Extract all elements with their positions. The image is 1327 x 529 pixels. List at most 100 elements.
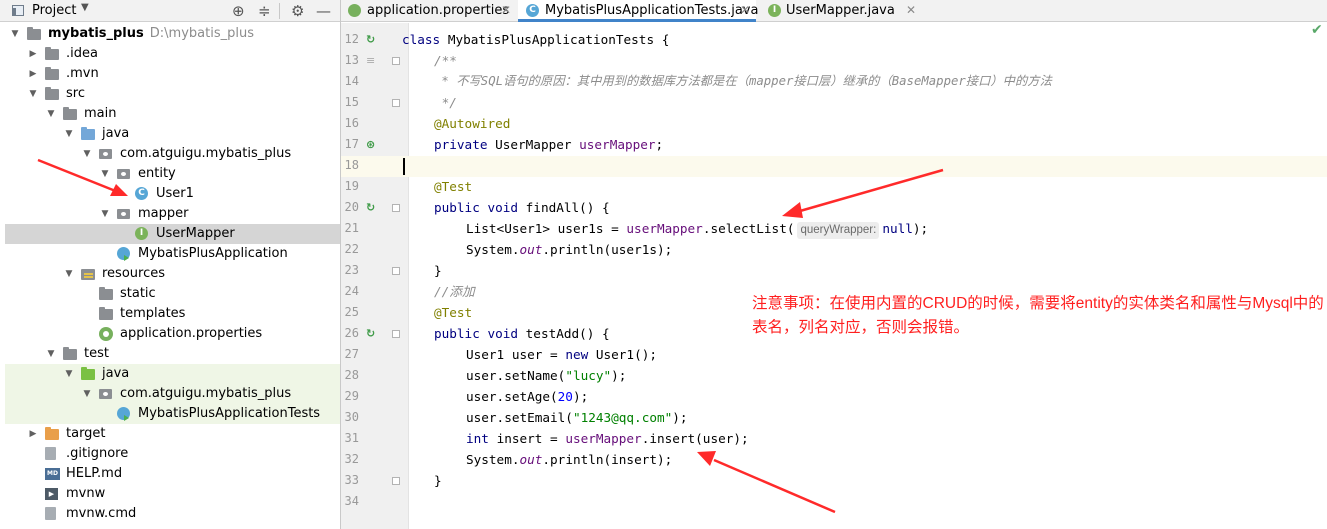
code-line-23[interactable]: }	[434, 260, 442, 281]
chevron-right-icon[interactable]: ▶	[27, 64, 39, 84]
code-line-21[interactable]: List<User1> user1s = userMapper.selectLi…	[466, 218, 928, 239]
run-test-icon[interactable]: ↻	[366, 197, 375, 218]
tree-item-test[interactable]: ▼ test	[5, 344, 340, 364]
code-line-17[interactable]: private UserMapper userMapper;	[434, 134, 663, 155]
tree-item-user1[interactable]: C User1	[5, 184, 340, 204]
tree-item-src[interactable]: ▼ src	[5, 84, 340, 104]
code-line-28[interactable]: user.setName("lucy");	[466, 365, 626, 386]
line-number[interactable]: 21	[341, 218, 359, 239]
chevron-down-icon[interactable]: ▼	[9, 24, 21, 44]
tree-item-application-properties[interactable]: application.properties	[5, 324, 340, 344]
tree-item-entity[interactable]: ▼ entity	[5, 164, 340, 184]
line-number[interactable]: 12	[341, 29, 359, 50]
tree-item-com-atguigu-mybatis-plus[interactable]: ▼ com.atguigu.mybatis_plus	[5, 384, 340, 404]
tree-item-static[interactable]: static	[5, 284, 340, 304]
line-number[interactable]: 14	[341, 71, 359, 92]
chevron-down-icon[interactable]: ▼	[99, 164, 111, 184]
tree-item-mybatis-plus[interactable]: ▼ mybatis_plus D:\mybatis_plus	[5, 24, 340, 44]
tree-item-resources[interactable]: ▼ resources	[5, 264, 340, 284]
code-line-24[interactable]: //添加	[434, 281, 475, 302]
tree-item-mybatisplusapplicationtests[interactable]: MybatisPlusApplicationTests	[5, 404, 340, 424]
hide-panel-icon[interactable]: —	[316, 1, 331, 21]
code-line-20[interactable]: public void findAll() {	[434, 197, 610, 218]
code-line-19[interactable]: @Test	[434, 176, 472, 197]
tree-item-mybatisplusapplication[interactable]: MybatisPlusApplication	[5, 244, 340, 264]
code-line-30[interactable]: user.setEmail("1243@qq.com");	[466, 407, 688, 428]
chevron-down-icon[interactable]: ▼	[45, 344, 57, 364]
line-number[interactable]: 34	[341, 491, 359, 512]
tree-item-com-atguigu-mybatis-plus[interactable]: ▼ com.atguigu.mybatis_plus	[5, 144, 340, 164]
fold-marker-icon[interactable]	[392, 330, 400, 338]
line-number[interactable]: 15	[341, 92, 359, 113]
fold-marker-icon[interactable]	[392, 267, 400, 275]
code-line-12[interactable]: class MybatisPlusApplicationTests {	[402, 29, 669, 50]
tab-mybatisplusapplicationtests[interactable]: C MybatisPlusApplicationTests.java ✕	[518, 0, 758, 22]
collapse-all-icon[interactable]: ≑	[258, 1, 271, 21]
chevron-down-icon[interactable]: ▼	[81, 144, 93, 164]
bean-navigation-icon[interactable]: ⊛	[366, 134, 375, 155]
line-number[interactable]: 26	[341, 323, 359, 344]
gear-icon[interactable]: ⚙	[291, 1, 304, 21]
close-icon[interactable]: ✕	[906, 0, 916, 21]
line-number[interactable]: 22	[341, 239, 359, 260]
line-number[interactable]: 23	[341, 260, 359, 281]
tree-item-mapper[interactable]: ▼ mapper	[5, 204, 340, 224]
close-icon[interactable]: ✕	[740, 0, 750, 21]
tree-item-target[interactable]: ▶ target	[5, 424, 340, 444]
tree-item-mvnw[interactable]: ▶ mvnw	[5, 484, 340, 504]
tree-item-help-md[interactable]: MD HELP.md	[5, 464, 340, 484]
chevron-down-icon[interactable]: ▼	[81, 2, 89, 13]
tree-item-java[interactable]: ▼ java	[5, 124, 340, 144]
fold-marker-icon[interactable]	[392, 477, 400, 485]
documentation-icon[interactable]: ≡	[366, 50, 375, 71]
line-number[interactable]: 18	[341, 155, 359, 176]
code-line-29[interactable]: user.setAge(20);	[466, 386, 588, 407]
run-test-icon[interactable]: ↻	[366, 323, 375, 344]
code-line-15[interactable]: */	[434, 92, 457, 113]
chevron-right-icon[interactable]: ▶	[27, 424, 39, 444]
chevron-down-icon[interactable]: ▼	[63, 364, 75, 384]
tree-item-gitignore[interactable]: .gitignore	[5, 444, 340, 464]
chevron-down-icon[interactable]: ▼	[99, 204, 111, 224]
line-number[interactable]: 32	[341, 449, 359, 470]
line-number[interactable]: 33	[341, 470, 359, 491]
tree-item-mvn[interactable]: ▶ .mvn	[5, 64, 340, 84]
line-number[interactable]: 31	[341, 428, 359, 449]
code-line-33[interactable]: }	[434, 470, 442, 491]
code-line-16[interactable]: @Autowired	[434, 113, 510, 134]
line-number[interactable]: 20	[341, 197, 359, 218]
code-line-22[interactable]: System.out.println(user1s);	[466, 239, 672, 260]
fold-marker-icon[interactable]	[392, 99, 400, 107]
line-number[interactable]: 29	[341, 386, 359, 407]
tree-item-idea[interactable]: ▶ .idea	[5, 44, 340, 64]
code-line-32[interactable]: System.out.println(insert);	[466, 449, 672, 470]
chevron-down-icon[interactable]: ▼	[45, 104, 57, 124]
code-line-25[interactable]: @Test	[434, 302, 472, 323]
line-number[interactable]: 13	[341, 50, 359, 71]
chevron-down-icon[interactable]: ▼	[63, 124, 75, 144]
tab-application-properties[interactable]: application.properties ✕	[341, 0, 517, 21]
line-number[interactable]: 24	[341, 281, 359, 302]
line-number[interactable]: 30	[341, 407, 359, 428]
close-icon[interactable]: ✕	[501, 0, 511, 21]
tree-item-mvnw-cmd[interactable]: mvnw.cmd	[5, 504, 340, 524]
tree-item-templates[interactable]: templates	[5, 304, 340, 324]
code-line-31[interactable]: int insert = userMapper.insert(user);	[466, 428, 749, 449]
code-line-27[interactable]: User1 user = new User1();	[466, 344, 657, 365]
fold-marker-icon[interactable]	[392, 204, 400, 212]
line-number[interactable]: 19	[341, 176, 359, 197]
line-number[interactable]: 17	[341, 134, 359, 155]
chevron-right-icon[interactable]: ▶	[27, 44, 39, 64]
project-view-title[interactable]: Project	[32, 3, 76, 18]
code-line-13[interactable]: /**	[434, 50, 457, 71]
code-line-14[interactable]: * 不写SQL语句的原因：其中用到的数据库方法都是在（mapper接口层）继承的…	[434, 71, 1051, 92]
tab-usermapper[interactable]: I UserMapper.java ✕	[761, 0, 921, 21]
tree-item-main[interactable]: ▼ main	[5, 104, 340, 124]
chevron-down-icon[interactable]: ▼	[27, 84, 39, 104]
run-test-icon[interactable]: ↻	[366, 29, 375, 50]
chevron-down-icon[interactable]: ▼	[81, 384, 93, 404]
line-number[interactable]: 27	[341, 344, 359, 365]
locate-icon[interactable]: ⊕	[232, 1, 245, 21]
code-line-26[interactable]: public void testAdd() {	[434, 323, 610, 344]
tree-item-java[interactable]: ▼ java	[5, 364, 340, 384]
